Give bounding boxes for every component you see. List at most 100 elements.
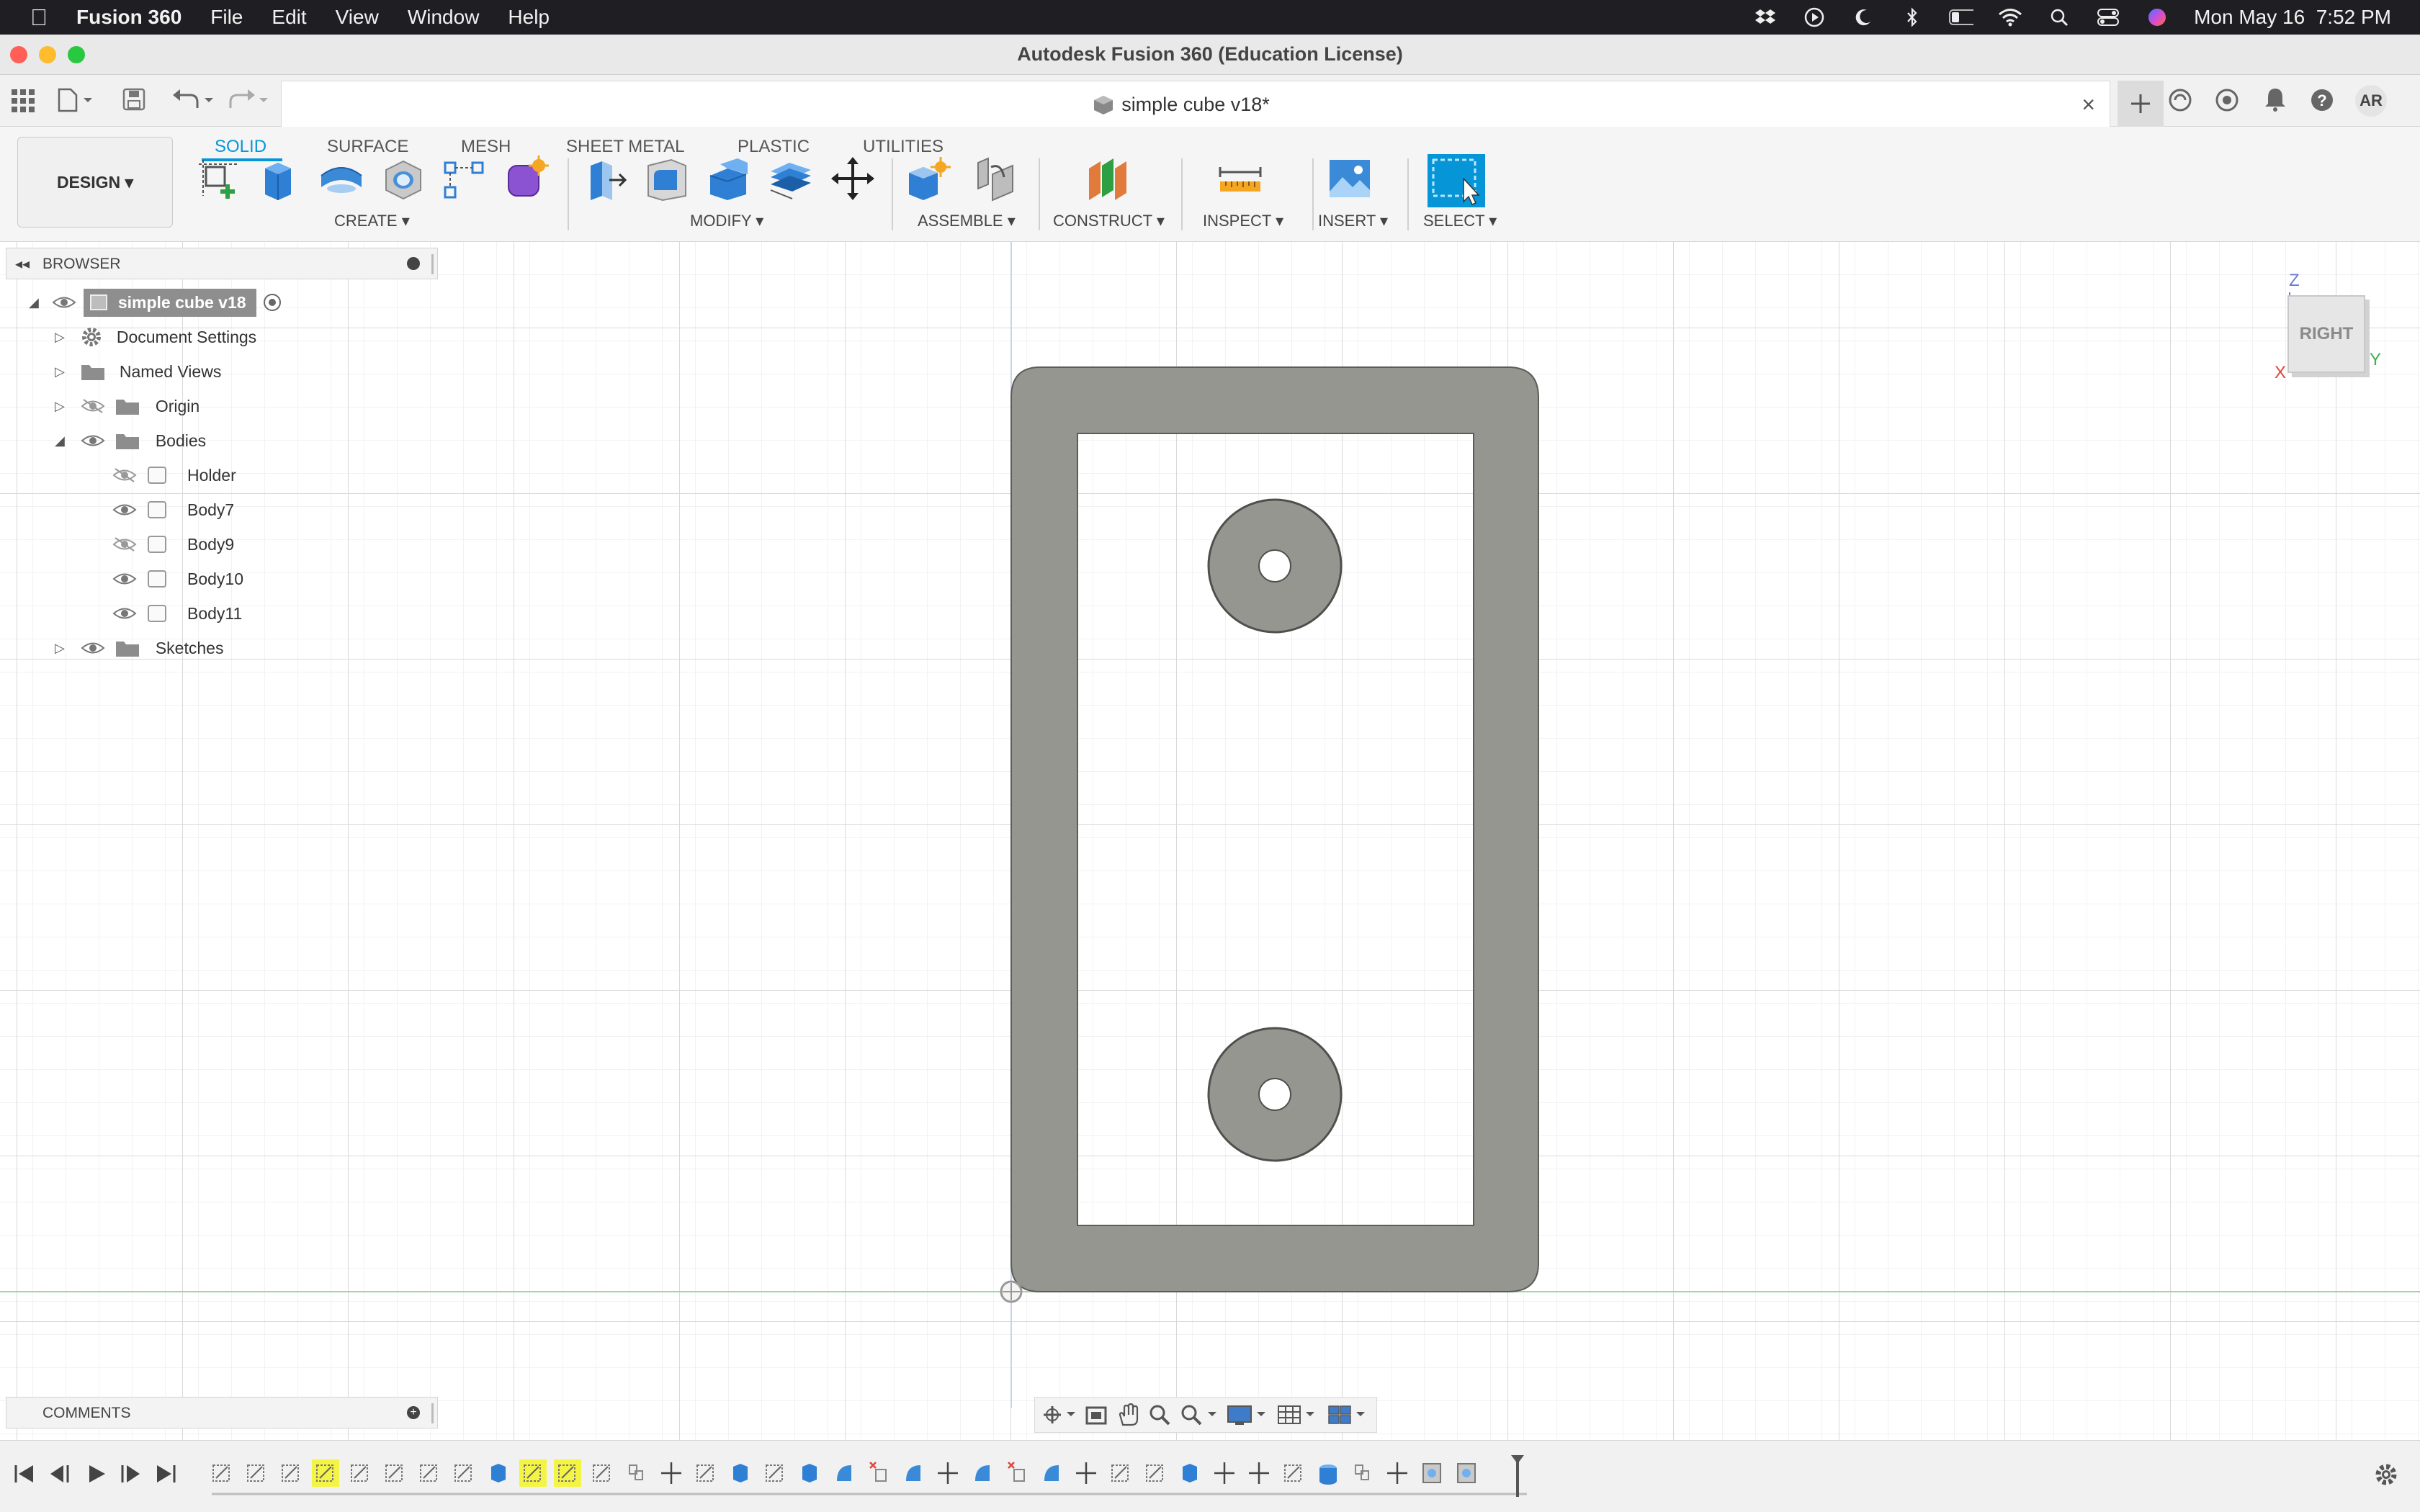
group-inspect-menu[interactable]: INSPECT ▾ <box>1203 212 1283 230</box>
timeline-feature-icon[interactable] <box>385 1464 403 1482</box>
timeline-marker[interactable] <box>1511 1455 1524 1497</box>
revolve-icon[interactable] <box>318 156 364 202</box>
viewcube[interactable]: Z RIGHT X Y <box>2269 266 2384 389</box>
new-tab-button[interactable] <box>2118 81 2164 127</box>
play-circle-icon[interactable] <box>1802 7 1827 27</box>
timeline-feature-icon[interactable] <box>869 1462 887 1482</box>
browser-body-body9[interactable]: Body9 <box>112 528 234 560</box>
insert-image-icon[interactable] <box>1327 156 1373 202</box>
timeline-feature-icon[interactable] <box>420 1464 437 1482</box>
tab-solid[interactable]: SOLID <box>215 137 266 157</box>
close-tab-icon[interactable]: × <box>2081 91 2095 118</box>
select-icon[interactable] <box>1428 154 1485 207</box>
timeline-feature-icon[interactable] <box>1284 1464 1301 1482</box>
menu-app-name[interactable]: Fusion 360 <box>76 6 182 29</box>
collapse-arrow-icon[interactable]: ◢ <box>55 433 65 449</box>
timeline-feature-icon[interactable] <box>491 1464 506 1482</box>
fit-window-zoom-icon[interactable] <box>1179 1403 1219 1426</box>
timeline-feature-icon[interactable] <box>837 1465 851 1481</box>
bluetooth-icon[interactable] <box>1900 7 1924 27</box>
group-modify-menu[interactable]: MODIFY ▾ <box>690 212 763 230</box>
timeline-feature-icon[interactable] <box>696 1464 714 1482</box>
viewcube-right-face[interactable]: RIGHT <box>2287 295 2365 373</box>
eye-hidden-icon[interactable] <box>81 398 105 414</box>
menu-help[interactable]: Help <box>508 6 550 29</box>
measure-icon[interactable] <box>1217 156 1263 202</box>
create-sketch-icon[interactable] <box>196 156 242 202</box>
redo-icon[interactable] <box>225 89 268 114</box>
timeline-feature-icon[interactable] <box>1111 1464 1129 1482</box>
spotlight-search-icon[interactable] <box>2047 7 2071 27</box>
timeline-feature-icon[interactable] <box>351 1464 368 1482</box>
panel-resize-handle[interactable] <box>431 1403 434 1423</box>
dropbox-icon[interactable] <box>1753 7 1778 27</box>
group-insert-menu[interactable]: INSERT ▾ <box>1318 212 1388 230</box>
timeline-feature-icon[interactable] <box>733 1464 748 1482</box>
timeline-feature-icon[interactable] <box>1214 1462 1234 1484</box>
eye-icon[interactable] <box>112 571 137 587</box>
go-to-end-icon[interactable] <box>154 1462 177 1489</box>
panel-resize-handle[interactable] <box>431 254 434 274</box>
look-at-icon[interactable] <box>1084 1403 1108 1426</box>
timeline-feature-icon[interactable] <box>629 1464 643 1480</box>
browser-body-holder[interactable]: Holder <box>112 459 236 491</box>
activate-radio-icon[interactable] <box>262 292 282 312</box>
workspace-switcher-button[interactable]: DESIGN ▾ <box>17 137 173 228</box>
menu-file[interactable]: File <box>210 6 243 29</box>
timeline-feature-icon[interactable] <box>1249 1462 1269 1484</box>
go-to-start-icon[interactable] <box>13 1462 36 1489</box>
timeline-feature-icon[interactable] <box>938 1462 958 1484</box>
group-select-menu[interactable]: SELECT ▾ <box>1423 212 1497 230</box>
file-menu-icon[interactable] <box>58 88 98 116</box>
add-comment-icon[interactable]: + <box>407 1406 420 1419</box>
offset-plane-icon[interactable] <box>1085 156 1131 202</box>
tab-utilities[interactable]: UTILITIES <box>863 137 944 157</box>
extrude-icon[interactable] <box>256 156 302 202</box>
timeline-feature-icon[interactable] <box>661 1462 681 1484</box>
timeline-feature-icon[interactable] <box>1008 1462 1025 1482</box>
timeline-feature-icon[interactable] <box>766 1464 783 1482</box>
document-tab[interactable]: simple cube v18* × <box>281 81 2110 127</box>
job-status-icon[interactable] <box>2215 88 2239 116</box>
new-component-icon[interactable] <box>906 156 952 202</box>
tab-surface[interactable]: SURFACE <box>327 137 408 157</box>
timeline-feature-icon[interactable] <box>1355 1464 1369 1480</box>
wifi-icon[interactable] <box>1998 7 2022 27</box>
expand-arrow-icon[interactable]: ◢ <box>29 295 39 310</box>
display-settings-icon[interactable] <box>1227 1403 1270 1426</box>
menu-edit[interactable]: Edit <box>272 6 306 29</box>
timeline-feature-icon[interactable] <box>1183 1464 1197 1482</box>
group-construct-menu[interactable]: CONSTRUCT ▾ <box>1053 212 1165 230</box>
tab-mesh[interactable]: MESH <box>461 137 511 157</box>
browser-options-icon[interactable] <box>407 257 420 270</box>
timeline-feature-icon[interactable] <box>212 1464 230 1482</box>
notifications-bell-icon[interactable] <box>2263 86 2287 116</box>
joint-icon[interactable] <box>972 156 1018 202</box>
rectangular-pattern-icon[interactable] <box>441 156 487 202</box>
timeline-feature-icon[interactable] <box>519 1459 547 1487</box>
group-create-menu[interactable]: CREATE ▾ <box>334 212 410 230</box>
browser-item-named-views[interactable]: ▷ Named Views <box>55 356 221 387</box>
eye-icon[interactable] <box>52 294 76 310</box>
tab-sheet-metal[interactable]: SHEET METAL <box>566 137 684 157</box>
fillet-icon[interactable] <box>644 156 690 202</box>
expand-arrow-icon[interactable]: ▷ <box>55 399 65 414</box>
battery-icon[interactable] <box>1949 7 1974 27</box>
undo-icon[interactable] <box>171 89 215 114</box>
timeline-feature-track[interactable] <box>209 1454 1534 1508</box>
save-icon[interactable] <box>122 88 145 114</box>
timeline-feature-icon[interactable] <box>454 1464 472 1482</box>
root-component-label[interactable]: simple cube v18 <box>83 288 256 317</box>
collapse-panel-icon[interactable]: ◂◂ <box>15 255 30 273</box>
expand-arrow-icon[interactable]: ▷ <box>55 364 65 379</box>
timeline-feature-icon[interactable] <box>906 1465 920 1481</box>
menu-window[interactable]: Window <box>408 6 480 29</box>
browser-root-row[interactable]: ◢ simple cube v18 <box>29 287 317 318</box>
timeline-feature-icon[interactable] <box>1044 1465 1059 1481</box>
control-center-icon[interactable] <box>2096 7 2120 27</box>
timeline-feature-icon[interactable] <box>554 1459 581 1487</box>
menu-view[interactable]: View <box>336 6 379 29</box>
timeline-feature-icon[interactable] <box>1422 1463 1441 1483</box>
timeline-feature-icon[interactable] <box>1076 1462 1096 1484</box>
timeline-feature-icon[interactable] <box>247 1464 264 1482</box>
